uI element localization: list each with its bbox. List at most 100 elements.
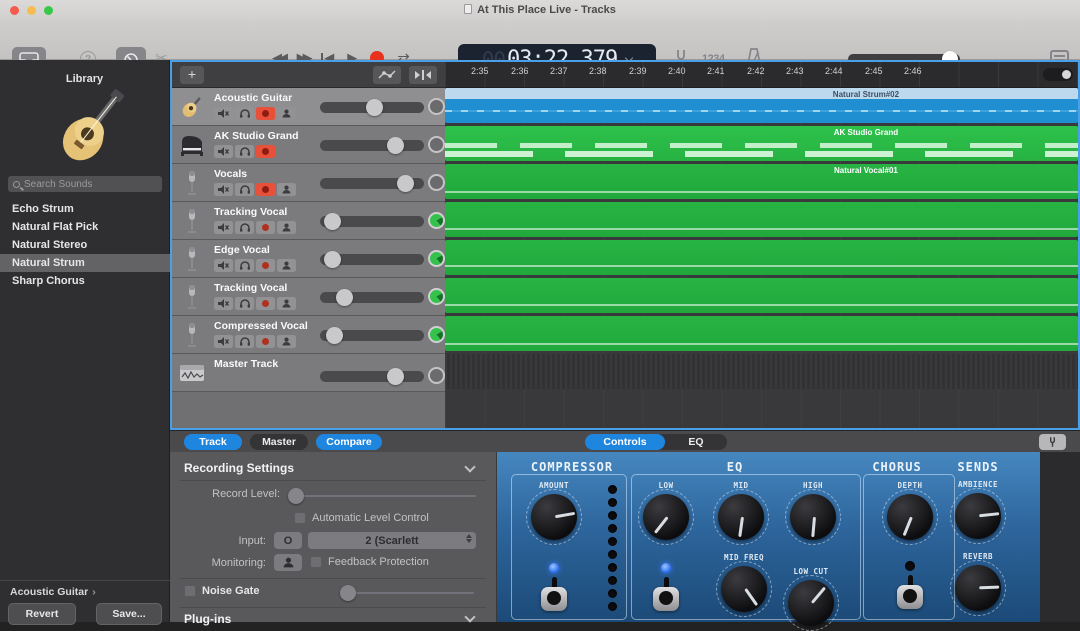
solo-button[interactable] [235, 145, 254, 158]
timeline[interactable]: 2:35 2:36 2:37 2:38 2:39 2:40 2:41 2:42 … [445, 62, 1078, 428]
library-item[interactable]: Natural Stereo [0, 236, 170, 254]
track-row[interactable]: Edge Vocal [172, 240, 445, 278]
mute-button[interactable] [214, 335, 233, 348]
solo-button[interactable] [235, 259, 254, 272]
tab-master[interactable]: Master [250, 434, 308, 450]
track-row[interactable]: Tracking Vocal [172, 278, 445, 316]
track-row[interactable]: Vocals [172, 164, 445, 202]
region-natural-strum[interactable]: Natural Strum#02 [445, 88, 1078, 123]
timeline-zoom-slider[interactable] [1043, 68, 1073, 81]
tab-controls[interactable]: Controls [585, 434, 665, 450]
input-mono-button[interactable]: O [274, 532, 302, 549]
add-track-button[interactable]: + [180, 66, 204, 84]
input-select[interactable]: 2 (Scarlett [308, 532, 476, 549]
amount-knob[interactable] [531, 494, 577, 540]
solo-button[interactable] [235, 221, 254, 234]
time-ruler[interactable]: 2:35 2:36 2:37 2:38 2:39 2:40 2:41 2:42 … [445, 62, 1078, 88]
input-monitoring-button[interactable] [277, 297, 296, 310]
record-enable-button[interactable] [256, 259, 275, 272]
input-monitoring-button[interactable] [277, 107, 296, 120]
mute-button[interactable] [214, 221, 233, 234]
noise-gate-thumb[interactable] [340, 585, 356, 601]
region-audio[interactable] [445, 316, 1078, 351]
track-volume-slider[interactable] [320, 102, 424, 113]
chorus-power-switch[interactable] [897, 575, 923, 609]
feedback-protection-checkbox[interactable] [310, 556, 322, 568]
track-name[interactable]: Compressed Vocal [214, 320, 308, 332]
input-monitoring-button[interactable] [277, 335, 296, 348]
record-enable-button[interactable] [256, 221, 275, 234]
library-item[interactable]: Natural Flat Pick [0, 218, 170, 236]
record-enable-button[interactable] [256, 335, 275, 348]
input-monitoring-button[interactable] [277, 259, 296, 272]
master-track-volume-slider[interactable] [320, 371, 424, 382]
pan-knob[interactable] [428, 136, 445, 153]
tuning-fork-button[interactable] [1039, 434, 1066, 450]
track-name[interactable]: Tracking Vocal [214, 206, 287, 218]
input-monitoring-button[interactable] [277, 183, 296, 196]
collapse-chevron-icon[interactable] [464, 611, 475, 622]
track-name[interactable]: Edge Vocal [214, 244, 270, 256]
pan-knob[interactable] [428, 174, 445, 191]
record-enable-button[interactable] [256, 183, 275, 196]
library-item-selected[interactable]: Natural Strum [0, 254, 170, 272]
low-cut-knob[interactable] [788, 580, 834, 626]
mid-knob[interactable] [718, 494, 764, 540]
record-level-thumb[interactable] [288, 488, 304, 504]
solo-button[interactable] [235, 297, 254, 310]
library-item[interactable]: Echo Strum [0, 200, 170, 218]
region-audio[interactable] [445, 278, 1078, 313]
mute-button[interactable] [214, 297, 233, 310]
tab-eq[interactable]: EQ [665, 434, 727, 450]
track-name[interactable]: Acoustic Guitar [214, 92, 292, 104]
record-level-slider[interactable] [296, 495, 476, 497]
record-enable-button[interactable] [256, 145, 275, 158]
track-volume-slider[interactable] [320, 178, 424, 189]
low-knob[interactable] [643, 494, 689, 540]
automation-button[interactable] [373, 66, 401, 84]
track-volume-slider[interactable] [320, 216, 424, 227]
mute-button[interactable] [214, 259, 233, 272]
track-row[interactable]: Compressed Vocal [172, 316, 445, 354]
region-audio[interactable] [445, 240, 1078, 275]
mid-freq-knob[interactable] [721, 566, 767, 612]
track-volume-slider[interactable] [320, 292, 424, 303]
reverb-knob[interactable] [955, 565, 1001, 611]
region-audio[interactable] [445, 202, 1078, 237]
collapse-chevron-icon[interactable] [464, 461, 475, 472]
mute-button[interactable] [214, 107, 233, 120]
pan-knob[interactable] [428, 326, 445, 343]
track-name[interactable]: Master Track [214, 358, 278, 370]
noise-gate-slider[interactable] [348, 592, 474, 594]
master-region[interactable] [445, 354, 1078, 389]
track-volume-slider[interactable] [320, 140, 424, 151]
tab-track[interactable]: Track [184, 434, 242, 450]
monitoring-button[interactable] [274, 554, 302, 571]
region-natural-vocal[interactable]: Natural Vocal#01 [445, 164, 1078, 199]
catch-playhead-button[interactable] [409, 66, 437, 84]
track-row[interactable]: AK Studio Grand [172, 126, 445, 164]
pan-knob[interactable] [428, 212, 445, 229]
stepper-icon[interactable] [466, 534, 472, 543]
input-monitoring-button[interactable] [277, 221, 296, 234]
master-pan-knob[interactable] [428, 367, 445, 384]
pan-knob[interactable] [428, 98, 445, 115]
track-row[interactable]: Master Track [172, 354, 445, 392]
track-row[interactable]: Tracking Vocal [172, 202, 445, 240]
noise-gate-checkbox[interactable] [184, 585, 196, 597]
record-enable-button[interactable] [256, 297, 275, 310]
track-row[interactable]: Acoustic Guitar [172, 88, 445, 126]
pan-knob[interactable] [428, 288, 445, 305]
library-item[interactable]: Sharp Chorus [0, 272, 170, 290]
ambience-knob[interactable] [955, 493, 1001, 539]
track-volume-slider[interactable] [320, 254, 424, 265]
mute-button[interactable] [214, 183, 233, 196]
pan-knob[interactable] [428, 250, 445, 267]
solo-button[interactable] [235, 335, 254, 348]
region-ak-studio-grand[interactable]: AK Studio Grand [445, 126, 1078, 161]
tab-compare[interactable]: Compare [316, 434, 382, 450]
solo-button[interactable] [235, 183, 254, 196]
solo-button[interactable] [235, 107, 254, 120]
current-patch-breadcrumb[interactable]: Acoustic Guitar› [10, 586, 96, 598]
eq-power-switch[interactable] [653, 577, 679, 611]
